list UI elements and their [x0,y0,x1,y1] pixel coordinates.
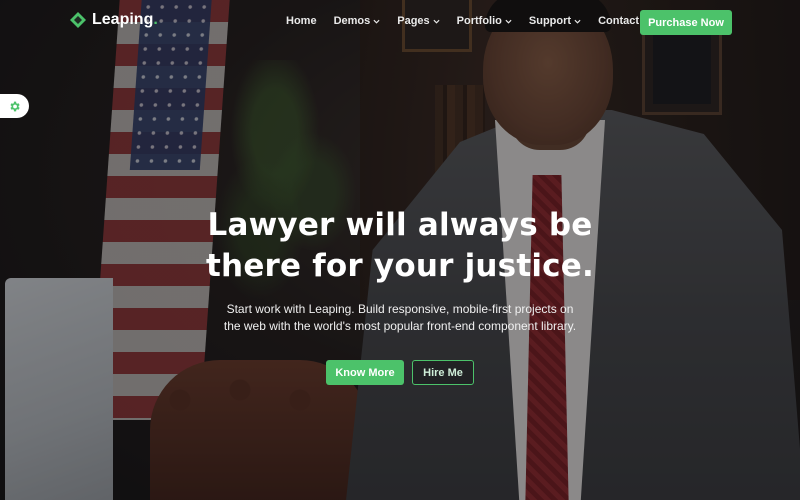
hire-me-button[interactable]: Hire Me [412,360,474,385]
brand-logo[interactable]: Leaping. [70,11,158,29]
nav-item-portfolio[interactable]: Portfolio [457,15,512,27]
nav-item-support[interactable]: Support [529,15,581,27]
leaping-logo-icon [70,12,86,28]
settings-toggle[interactable] [0,94,29,118]
chevron-down-icon [433,19,440,24]
chevron-down-icon [373,19,380,24]
chevron-down-icon [505,19,512,24]
hero-title-line-1: Lawyer will always be [207,207,593,243]
chevron-down-icon [574,19,581,24]
purchase-now-button[interactable]: Purchase Now [640,10,732,35]
hero-title-line-2: there for your justice. [206,248,594,284]
brand-name: Leaping. [92,11,158,28]
main-nav: Home Demos Pages Portfolio Support Conta… [286,15,656,27]
hero-actions: Know More Hire Me [0,360,800,385]
site-header: Leaping. Home Demos Pages Portfolio Supp… [0,0,800,44]
gear-icon [10,101,20,111]
hero-title: Lawyer will always be there for your jus… [0,205,800,287]
hero-subtitle: Start work with Leaping. Build responsiv… [223,302,577,333]
hero-section: Lawyer will always be there for your jus… [0,205,800,385]
know-more-button[interactable]: Know More [326,360,404,385]
nav-item-contact[interactable]: Contact [598,15,639,27]
nav-item-pages[interactable]: Pages [397,15,440,27]
nav-item-home[interactable]: Home [286,15,317,27]
nav-item-demos[interactable]: Demos [334,15,381,27]
